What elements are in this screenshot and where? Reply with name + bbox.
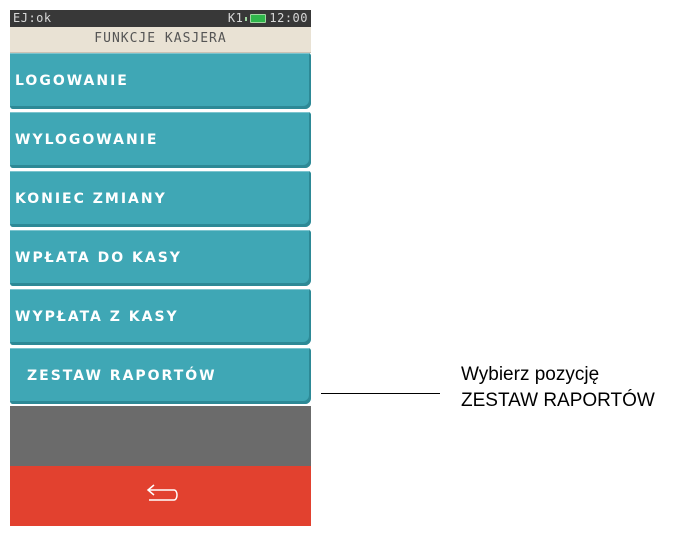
device-screen: EJ:ok K1 12:00 FUNKCJE KASJERA LOGOWANIE…	[10, 10, 311, 526]
menu-item-wylogowanie[interactable]: WYLOGOWANIE	[10, 112, 311, 168]
status-indicator: K1	[227, 11, 244, 25]
menu-item-zestaw-raportow[interactable]: ZESTAW RAPORTÓW	[10, 348, 311, 404]
callout-line-1: Wybierz pozycję	[461, 364, 600, 385]
menu-item-label: WYPŁATA Z KASY	[15, 309, 179, 325]
callout-line	[321, 393, 440, 394]
callout-line-2: ZESTAW RAPORTÓW	[461, 390, 655, 411]
menu-item-label: ZESTAW RAPORTÓW	[27, 368, 217, 384]
menu-item-wplata-do-kasy[interactable]: WPŁATA DO KASY	[10, 230, 311, 286]
menu-item-label: WPŁATA DO KASY	[15, 250, 182, 266]
status-time: 12:00	[269, 11, 308, 25]
status-right: K1 12:00	[228, 10, 308, 27]
battery-tip-icon	[245, 16, 248, 21]
battery-icon	[250, 14, 267, 23]
callout-text: Wybierz pozycję ZESTAW RAPORTÓW	[461, 362, 655, 414]
menu-item-logowanie[interactable]: LOGOWANIE	[10, 53, 311, 109]
back-button[interactable]	[10, 466, 311, 526]
page-title: FUNKCJE KASJERA	[10, 27, 311, 53]
status-bar: EJ:ok K1 12:00	[10, 10, 311, 27]
back-arrow-icon	[146, 484, 178, 501]
menu-item-label: KONIEC ZMIANY	[15, 191, 167, 207]
menu-item-wyplata-z-kasy[interactable]: WYPŁATA Z KASY	[10, 289, 311, 345]
menu-item-label: LOGOWANIE	[15, 73, 129, 89]
menu-item-label: WYLOGOWANIE	[15, 132, 159, 148]
menu-item-koniec-zmiany[interactable]: KONIEC ZMIANY	[10, 171, 311, 227]
status-ej: EJ:ok	[13, 11, 52, 25]
empty-area	[10, 406, 311, 466]
